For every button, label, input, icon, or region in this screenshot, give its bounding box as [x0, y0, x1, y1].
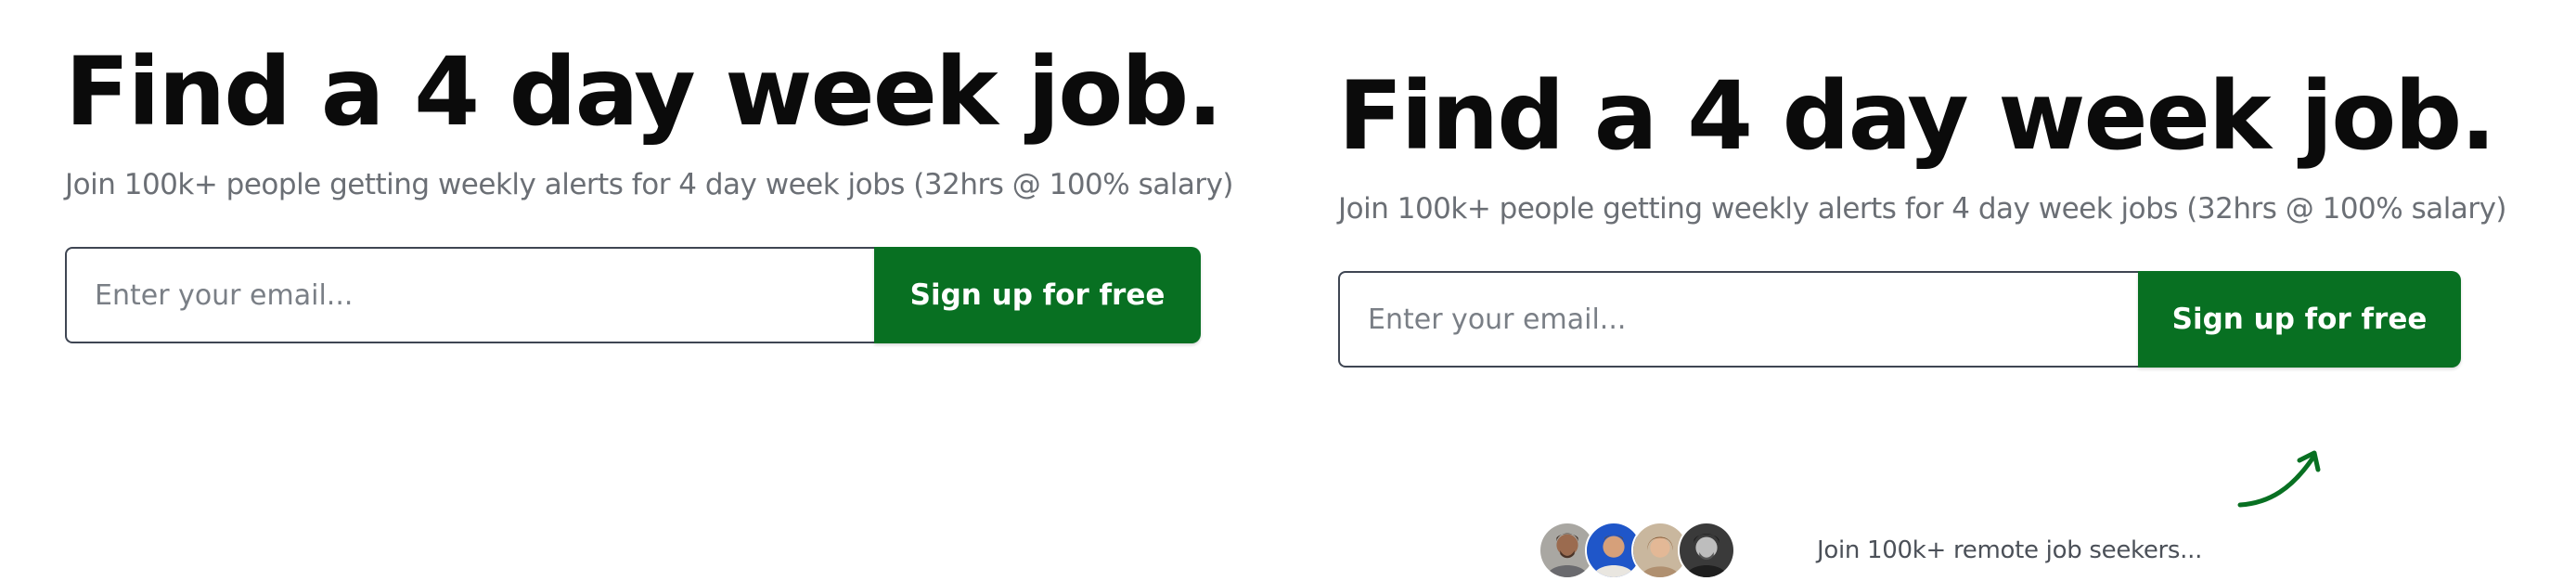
- page-subtitle: Join 100k+ people getting weekly alerts …: [65, 168, 1234, 201]
- signup-hero-right: Find a 4 day week job. Join 100k+ people…: [1338, 61, 2507, 579]
- page-title: Find a 4 day week job.: [1338, 61, 2496, 172]
- signup-form: Sign up for free: [65, 247, 1216, 343]
- curved-arrow-icon: [2237, 450, 2321, 508]
- social-proof-text: Join 100k+ remote job seekers...: [1817, 536, 2203, 564]
- signup-hero-left: Find a 4 day week job. Join 100k+ people…: [65, 37, 1234, 343]
- email-input[interactable]: [65, 247, 874, 343]
- signup-form: Sign up for free: [1338, 271, 2489, 368]
- signup-button[interactable]: Sign up for free: [2138, 271, 2461, 368]
- avatar-stack: [1539, 522, 1735, 579]
- page-title: Find a 4 day week job.: [65, 37, 1223, 148]
- social-proof: Join 100k+ remote job seekers...: [1539, 520, 2202, 581]
- signup-button[interactable]: Sign up for free: [874, 247, 1201, 343]
- avatar: [1678, 522, 1735, 579]
- email-input[interactable]: [1338, 271, 2138, 368]
- page-subtitle: Join 100k+ people getting weekly alerts …: [1338, 192, 2507, 226]
